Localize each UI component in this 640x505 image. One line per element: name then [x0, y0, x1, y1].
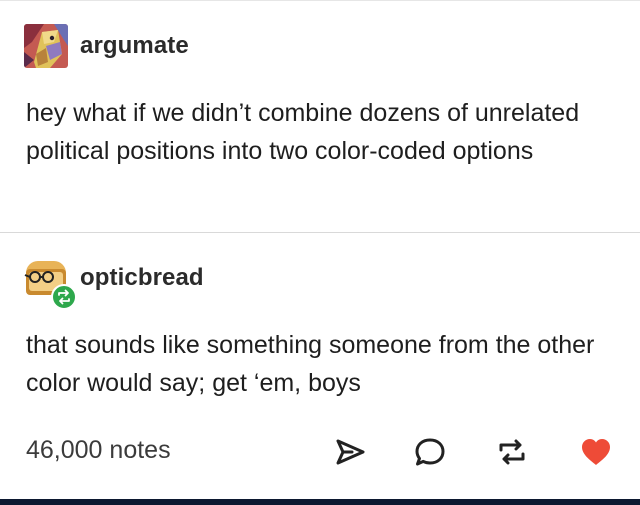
username-argumate[interactable]: argumate	[80, 32, 189, 60]
heart-icon	[582, 439, 610, 465]
reblog-badge-icon	[51, 284, 77, 310]
post-argumate: argumate hey what if we didn’t combine d…	[0, 0, 640, 232]
bottom-bar	[0, 499, 640, 505]
argumate-avatar-icon[interactable]	[24, 24, 68, 68]
reblog-button[interactable]	[494, 434, 530, 470]
like-button[interactable]	[578, 434, 614, 470]
post-text-opticbread: that sounds like something someone from …	[26, 331, 595, 397]
reply-button[interactable]	[412, 434, 448, 470]
share-button[interactable]	[332, 434, 368, 470]
notes-count[interactable]: 46,000 notes	[26, 436, 171, 465]
post-text-argumate: hey what if we didn’t combine dozens of …	[26, 99, 580, 165]
username-opticbread[interactable]: opticbread	[80, 264, 204, 292]
reply-bubble-icon	[415, 438, 445, 466]
reblog-icon	[499, 439, 525, 465]
send-icon	[336, 439, 365, 465]
